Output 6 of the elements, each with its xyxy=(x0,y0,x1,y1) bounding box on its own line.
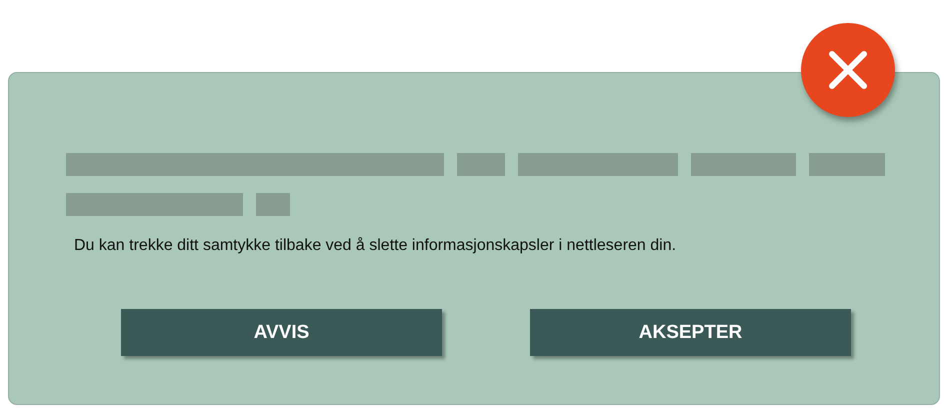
consent-message: Du kan trekke ditt samtykke tilbake ved å slette informasjonskapsler i nettleseren din. xyxy=(74,237,678,255)
consent-button[interactable]: AKSEPTER xyxy=(530,309,851,356)
redacted-text-bar xyxy=(256,193,290,216)
consent-button[interactable]: AVVIS xyxy=(121,309,442,356)
redacted-text-bar xyxy=(457,153,505,176)
close-icon xyxy=(826,48,870,92)
